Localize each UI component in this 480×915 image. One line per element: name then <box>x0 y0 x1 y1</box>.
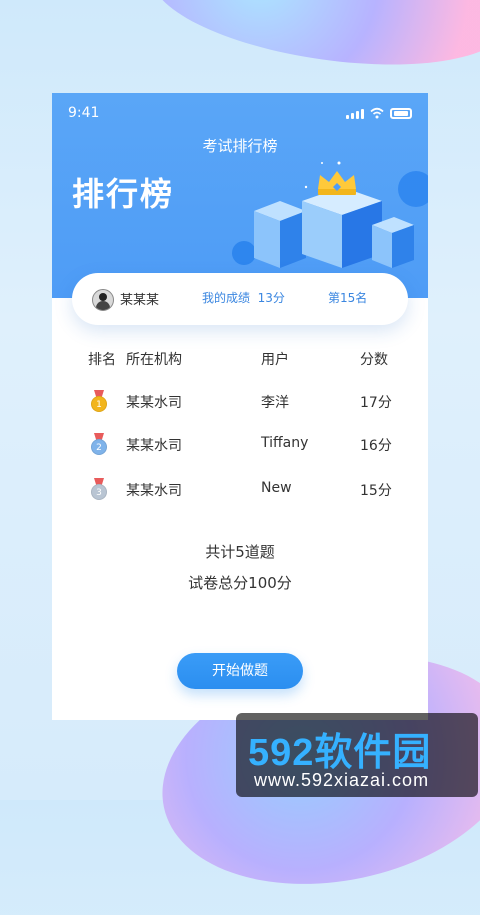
header-org: 所在机构 <box>126 352 182 368</box>
trophy-podium-illustration <box>232 161 428 268</box>
table-row: 3 某某水司 New 15分 <box>52 478 428 502</box>
site-watermark: 592软件园 www.592xiazai.com <box>236 713 478 797</box>
watermark-logo: 592软件园 <box>248 732 432 774</box>
table-row: 2 某某水司 Tiffany 16分 <box>52 433 428 457</box>
row-org: 某某水司 <box>126 395 182 411</box>
header-banner: 9:41 考试排行榜 排行榜 <box>52 93 428 298</box>
bronze-medal-icon: 3 <box>90 478 108 502</box>
row-user: 李洋 <box>261 395 289 411</box>
row-score: 15分 <box>360 483 392 499</box>
header-user: 用户 <box>261 352 289 368</box>
row-score: 16分 <box>360 438 392 454</box>
start-quiz-button[interactable]: 开始做题 <box>177 653 303 689</box>
background-blob-top <box>143 0 480 85</box>
row-user: Tiffany <box>261 435 309 451</box>
leaderboard-header-row: 排名 所在机构 用户 分数 <box>52 349 428 369</box>
row-score: 17分 <box>360 395 392 411</box>
my-rank: 第15名 <box>328 291 368 305</box>
my-result-card: 某某某 我的成绩 13分 第15名 <box>72 273 408 325</box>
watermark-url: www.592xiazai.com <box>254 770 430 790</box>
silver-medal-icon: 2 <box>90 433 108 457</box>
table-row: 1 某某水司 李洋 17分 <box>52 390 428 414</box>
header-score: 分数 <box>360 352 388 368</box>
my-score-value: 13分 <box>257 291 285 305</box>
gold-medal-icon: 1 <box>90 390 108 414</box>
app-screen: 9:41 考试排行榜 排行榜 某某某 我的成绩 13分 第15名 排名 所在机构… <box>52 93 428 720</box>
my-score: 我的成绩 13分 <box>202 289 285 306</box>
avatar <box>92 289 114 311</box>
my-score-label: 我的成绩 <box>202 291 251 305</box>
total-score: 试卷总分100分 <box>188 574 292 592</box>
row-user: New <box>261 480 292 496</box>
header-rank: 排名 <box>88 352 116 368</box>
total-questions: 共计5道题 <box>205 543 275 561</box>
row-org: 某某水司 <box>126 438 182 454</box>
row-org: 某某水司 <box>126 483 182 499</box>
current-username: 某某某 <box>120 293 160 308</box>
